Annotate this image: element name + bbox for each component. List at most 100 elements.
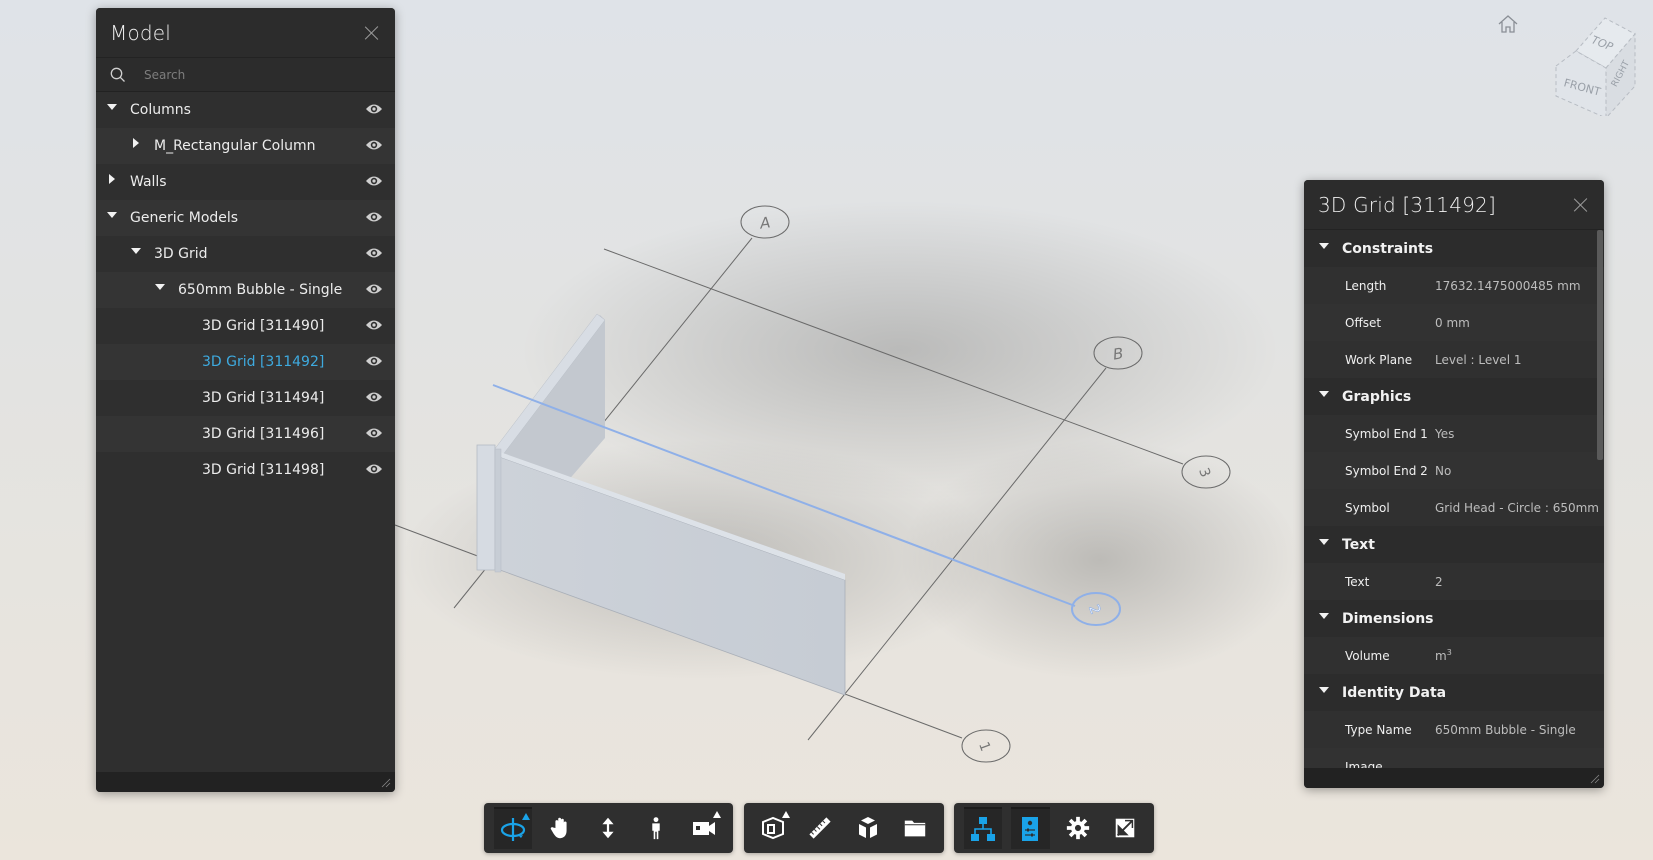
- close-icon[interactable]: [363, 24, 381, 42]
- orbit-button[interactable]: [493, 807, 533, 849]
- section-title: Identity Data: [1342, 684, 1447, 701]
- grid-bubble-1[interactable]: 1: [961, 729, 1011, 763]
- section-box-icon: [759, 814, 787, 842]
- caret-down-icon[interactable]: [1318, 243, 1330, 255]
- section-button[interactable]: [754, 807, 793, 849]
- model-panel-title: Model: [110, 20, 172, 45]
- caret-down-icon[interactable]: [1318, 539, 1330, 551]
- visibility-eye-icon[interactable]: [365, 247, 383, 259]
- caret-down-icon[interactable]: [1318, 687, 1330, 699]
- search-icon: [110, 67, 125, 82]
- measure-button[interactable]: [801, 807, 840, 849]
- property-value-text: 17632.1475000485 mm: [1435, 278, 1581, 293]
- visibility-eye-icon[interactable]: [365, 139, 383, 151]
- resize-grip-icon[interactable]: [381, 778, 391, 788]
- zoom-button[interactable]: [589, 807, 628, 849]
- tree-item[interactable]: Generic Models: [96, 200, 395, 236]
- section-title: Dimensions: [1342, 610, 1434, 627]
- property-row: Symbol Grid Head - Circle : 650mm: [1304, 489, 1604, 526]
- tree-item[interactable]: 3D Grid [311490]: [96, 308, 395, 344]
- tree-item-label: 3D Grid [311496]: [202, 426, 325, 442]
- properties-list: Constraints Length 17632.1475000485 mm Offs…: [1304, 230, 1604, 768]
- explode-button[interactable]: [849, 807, 888, 849]
- section-title: Text: [1342, 536, 1375, 553]
- flyout-arrow-icon[interactable]: [522, 813, 531, 820]
- caret-right-icon[interactable]: [106, 176, 118, 188]
- property-section-header[interactable]: Identity Data: [1304, 674, 1604, 711]
- model-browser-button[interactable]: [896, 807, 935, 849]
- column-side[interactable]: [494, 448, 502, 573]
- property-value: m3: [1435, 648, 1452, 663]
- visibility-eye-icon[interactable]: [365, 283, 383, 295]
- caret-down-icon[interactable]: [130, 248, 142, 260]
- tree-item[interactable]: 3D Grid [311494]: [96, 380, 395, 416]
- visibility-eye-icon[interactable]: [365, 211, 383, 223]
- settings-button[interactable]: [1059, 807, 1098, 849]
- caret-down-icon[interactable]: [154, 284, 166, 296]
- resize-grip-icon[interactable]: [1590, 774, 1600, 784]
- pan-button[interactable]: [541, 807, 580, 849]
- visibility-eye-icon[interactable]: [365, 175, 383, 187]
- caret-down-icon[interactable]: [106, 104, 118, 116]
- property-section-header[interactable]: Dimensions: [1304, 600, 1604, 637]
- flyout-arrow-icon[interactable]: [713, 811, 722, 818]
- property-row: Length 17632.1475000485 mm: [1304, 267, 1604, 304]
- tree-item[interactable]: M_Rectangular Column: [96, 128, 395, 164]
- property-value-text: 2: [1435, 574, 1443, 589]
- property-value-text: m: [1435, 649, 1447, 663]
- visibility-eye-icon[interactable]: [365, 355, 383, 367]
- scrollbar-thumb[interactable]: [1597, 230, 1603, 460]
- close-icon[interactable]: [1572, 196, 1590, 214]
- caret-down-icon[interactable]: [106, 212, 118, 224]
- panel-footer: [1304, 768, 1604, 788]
- home-view-button[interactable]: [1497, 14, 1519, 34]
- panel-footer: [96, 772, 395, 792]
- tree-item[interactable]: 3D Grid: [96, 236, 395, 272]
- caret-down-icon[interactable]: [1318, 613, 1330, 625]
- model-panel-header[interactable]: Model: [96, 8, 395, 58]
- property-row: Symbol End 1 Yes: [1304, 415, 1604, 452]
- folder-icon: [902, 815, 928, 841]
- tree-item-label: 3D Grid [311498]: [202, 462, 325, 478]
- property-section-header[interactable]: Graphics: [1304, 378, 1604, 415]
- column[interactable]: [476, 444, 496, 571]
- fullscreen-icon: [1112, 815, 1138, 841]
- visibility-eye-icon[interactable]: [365, 463, 383, 475]
- tree-item[interactable]: Columns: [96, 92, 395, 128]
- property-row: Type Name 650mm Bubble - Single: [1304, 711, 1604, 748]
- search-input[interactable]: [142, 66, 366, 83]
- caret-right-icon[interactable]: [130, 140, 142, 152]
- unit-superscript: 3: [1446, 648, 1452, 657]
- fullscreen-button[interactable]: [1106, 807, 1145, 849]
- property-section-header[interactable]: Constraints: [1304, 230, 1604, 267]
- zoom-updown-icon: [595, 815, 621, 841]
- visibility-eye-icon[interactable]: [365, 391, 383, 403]
- visibility-eye-icon[interactable]: [365, 103, 383, 115]
- model-tree: Columns M_Rectangular Column Walls Generic …: [96, 92, 395, 488]
- visibility-eye-icon[interactable]: [365, 427, 383, 439]
- caret-down-icon[interactable]: [1318, 391, 1330, 403]
- tree-item[interactable]: Walls: [96, 164, 395, 200]
- hierarchy-icon: [969, 815, 997, 843]
- properties-panel-header[interactable]: 3D Grid [311492]: [1304, 180, 1604, 230]
- tree-item[interactable]: 3D Grid [311492]: [96, 344, 395, 380]
- model-structure-button[interactable]: [963, 807, 1002, 849]
- first-person-button[interactable]: [637, 807, 676, 849]
- model-browser-panel: Model Columns M_Rectangular Column Walls Ge…: [96, 8, 395, 792]
- properties-button[interactable]: [1011, 807, 1050, 849]
- tree-item[interactable]: 3D Grid [311498]: [96, 452, 395, 488]
- property-section-header[interactable]: Text: [1304, 526, 1604, 563]
- camera-button[interactable]: [685, 807, 724, 849]
- property-value: Yes: [1435, 427, 1454, 441]
- settings-tools: [954, 803, 1154, 853]
- viewcube[interactable]: TOP FRONT RIGHT: [1550, 16, 1640, 120]
- camera-icon: [690, 814, 718, 842]
- property-name: Type Name: [1345, 722, 1412, 737]
- tree-item[interactable]: 650mm Bubble - Single: [96, 272, 395, 308]
- visibility-eye-icon[interactable]: [365, 319, 383, 331]
- flyout-arrow-icon[interactable]: [782, 811, 790, 818]
- tree-item[interactable]: 3D Grid [311496]: [96, 416, 395, 452]
- tree-item-label: M_Rectangular Column: [154, 138, 316, 154]
- home-icon: [1498, 15, 1518, 33]
- property-value-text: Yes: [1435, 426, 1455, 441]
